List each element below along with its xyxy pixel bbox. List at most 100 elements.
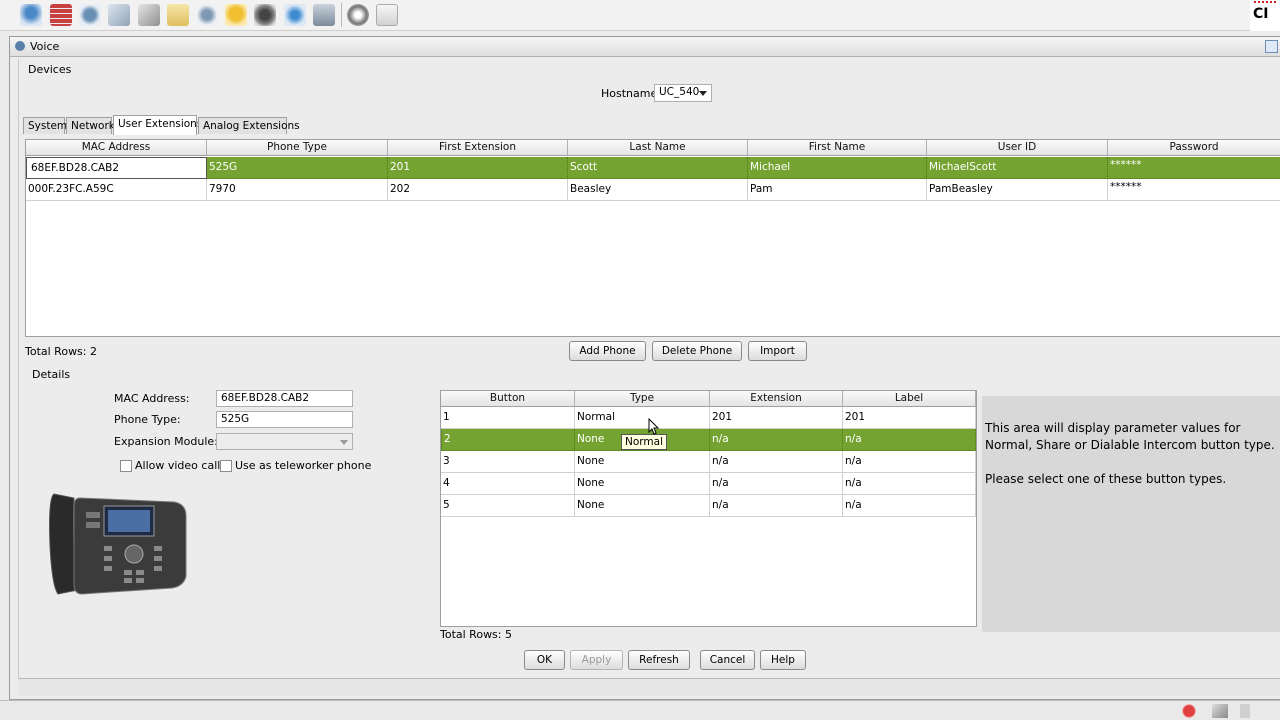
button-table-cell[interactable]: 1	[441, 407, 575, 429]
details-section-label: Details	[32, 368, 71, 381]
help-icon[interactable]	[347, 4, 369, 26]
button-table-cell[interactable]: 4	[441, 473, 575, 495]
table-cell[interactable]: 000F.23FC.A59C	[26, 179, 207, 201]
error-icon[interactable]	[1182, 704, 1196, 718]
maximize-icon[interactable]	[1265, 40, 1278, 53]
firewall-icon[interactable]	[50, 4, 72, 26]
status-bar	[0, 700, 1280, 720]
table-cell[interactable]: 201	[388, 157, 568, 179]
mail-icon[interactable]	[376, 4, 398, 26]
button-table-cell[interactable]: n/a	[710, 473, 843, 495]
status-icon[interactable]	[1240, 704, 1250, 718]
column-header-phone-type[interactable]: Phone Type	[207, 140, 388, 156]
button-table-cell[interactable]: 5	[441, 495, 575, 517]
devices-section-label: Devices	[28, 63, 72, 76]
expansion-module-select[interactable]	[216, 433, 353, 450]
table-cell[interactable]: Pam	[748, 179, 927, 201]
button-table-cell[interactable]: n/a	[843, 495, 976, 517]
device-settings-icon[interactable]	[108, 4, 130, 26]
button-table-cell[interactable]: n/a	[710, 451, 843, 473]
buttons-total-rows: Total Rows: 5	[440, 628, 512, 641]
ok-button[interactable]: OK	[524, 650, 565, 670]
button-table-cell[interactable]: 201	[710, 407, 843, 429]
column-header-button[interactable]: Button	[441, 391, 575, 407]
allow-video-calls-label: Allow video calls	[135, 459, 227, 472]
tools-icon[interactable]	[1212, 704, 1228, 718]
hostname-select[interactable]: UC_540	[654, 84, 712, 102]
mac-address-label: MAC Address:	[114, 392, 190, 405]
mouse-cursor-icon	[648, 418, 660, 435]
column-header-user-id[interactable]: User ID	[927, 140, 1108, 156]
teleworker-checkbox[interactable]	[220, 460, 232, 472]
tab-user-extensions[interactable]: User Extensions	[113, 115, 202, 135]
table-cell[interactable]: ******	[1108, 157, 1280, 179]
column-header-label[interactable]: Label	[843, 391, 976, 407]
type-tooltip: Normal	[621, 434, 667, 450]
stethoscope-icon[interactable]	[196, 4, 218, 26]
button-table-cell[interactable]: n/a	[843, 451, 976, 473]
cancel-button[interactable]: Cancel	[700, 650, 755, 670]
tab-analog-extensions[interactable]: Analog Extensions	[198, 117, 300, 134]
network-map-icon[interactable]	[284, 4, 306, 26]
tab-network[interactable]: Network	[66, 117, 115, 134]
phone-type-field[interactable]: 525G	[216, 411, 353, 428]
chevron-down-icon	[340, 440, 348, 445]
configuration-icon[interactable]	[138, 4, 160, 26]
add-phone-button[interactable]: Add Phone	[569, 341, 646, 361]
import-button[interactable]: Import	[748, 341, 807, 361]
table-cell[interactable]: 202	[388, 179, 568, 201]
calendar-icon[interactable]	[313, 4, 335, 26]
mac-address-field[interactable]: 68EF.BD28.CAB2	[216, 390, 353, 407]
button-table-cell[interactable]: None	[575, 495, 710, 517]
window-status-strip	[18, 678, 1280, 696]
column-header-password[interactable]: Password	[1108, 140, 1280, 156]
column-header-last-name[interactable]: Last Name	[568, 140, 748, 156]
button-table-cell[interactable]: None	[575, 451, 710, 473]
notes-icon[interactable]	[167, 4, 189, 26]
table-cell[interactable]: 525G	[207, 157, 388, 179]
info-text-line-3: Please select one of these button types.	[985, 472, 1227, 486]
button-table-cell[interactable]: None	[575, 473, 710, 495]
camera-icon[interactable]	[254, 4, 276, 26]
button-table-cell[interactable]: 2	[441, 429, 575, 451]
button-table-cell[interactable]: 3	[441, 451, 575, 473]
button-table-cell[interactable]: n/a	[843, 429, 976, 451]
column-header-mac[interactable]: MAC Address	[26, 140, 207, 156]
table-cell-mac-editing[interactable]: 68EF.BD28.CAB2	[26, 157, 207, 179]
window-title: Voice	[30, 40, 60, 53]
devices-table: MAC Address Phone Type First Extension L…	[25, 139, 1280, 337]
phone-image	[49, 493, 187, 595]
table-cell[interactable]: ******	[1108, 179, 1280, 201]
apply-button[interactable]: Apply	[570, 650, 623, 670]
column-header-first-name[interactable]: First Name	[748, 140, 927, 156]
column-header-extension[interactable]: Extension	[710, 391, 843, 407]
button-table-cell[interactable]: Normal	[575, 407, 710, 429]
info-text-line-1: This area will display parameter values …	[985, 421, 1241, 435]
button-table-cell[interactable]: n/a	[843, 473, 976, 495]
button-table-cell[interactable]: n/a	[710, 429, 843, 451]
table-cell[interactable]: Beasley	[568, 179, 748, 201]
network-topology-icon[interactable]	[20, 4, 42, 26]
button-table-cell[interactable]: 201	[843, 407, 976, 429]
table-cell[interactable]: Scott	[568, 157, 748, 179]
teleworker-label: Use as teleworker phone	[235, 459, 372, 472]
router-icon[interactable]	[79, 4, 101, 26]
table-cell[interactable]: PamBeasley	[927, 179, 1108, 201]
allow-video-calls-checkbox[interactable]	[120, 460, 132, 472]
table-cell[interactable]: MichaelScott	[927, 157, 1108, 179]
column-header-first-extension[interactable]: First Extension	[388, 140, 568, 156]
delete-phone-button[interactable]: Delete Phone	[652, 341, 742, 361]
table-cell[interactable]: Michael	[748, 157, 927, 179]
toolbar-separator	[341, 3, 342, 27]
main-toolbar: CI	[0, 0, 1280, 31]
expansion-module-label: Expansion Module:	[114, 435, 218, 448]
table-cell[interactable]: 7970	[207, 179, 388, 201]
window-titlebar: Voice	[10, 37, 1280, 57]
help-button[interactable]: Help	[760, 650, 806, 670]
alarm-bell-icon[interactable]	[225, 4, 247, 26]
phone-type-label: Phone Type:	[114, 413, 181, 426]
refresh-button[interactable]: Refresh	[628, 650, 690, 670]
column-header-type[interactable]: Type	[575, 391, 710, 407]
tab-system[interactable]: System	[23, 117, 67, 134]
button-table-cell[interactable]: n/a	[710, 495, 843, 517]
